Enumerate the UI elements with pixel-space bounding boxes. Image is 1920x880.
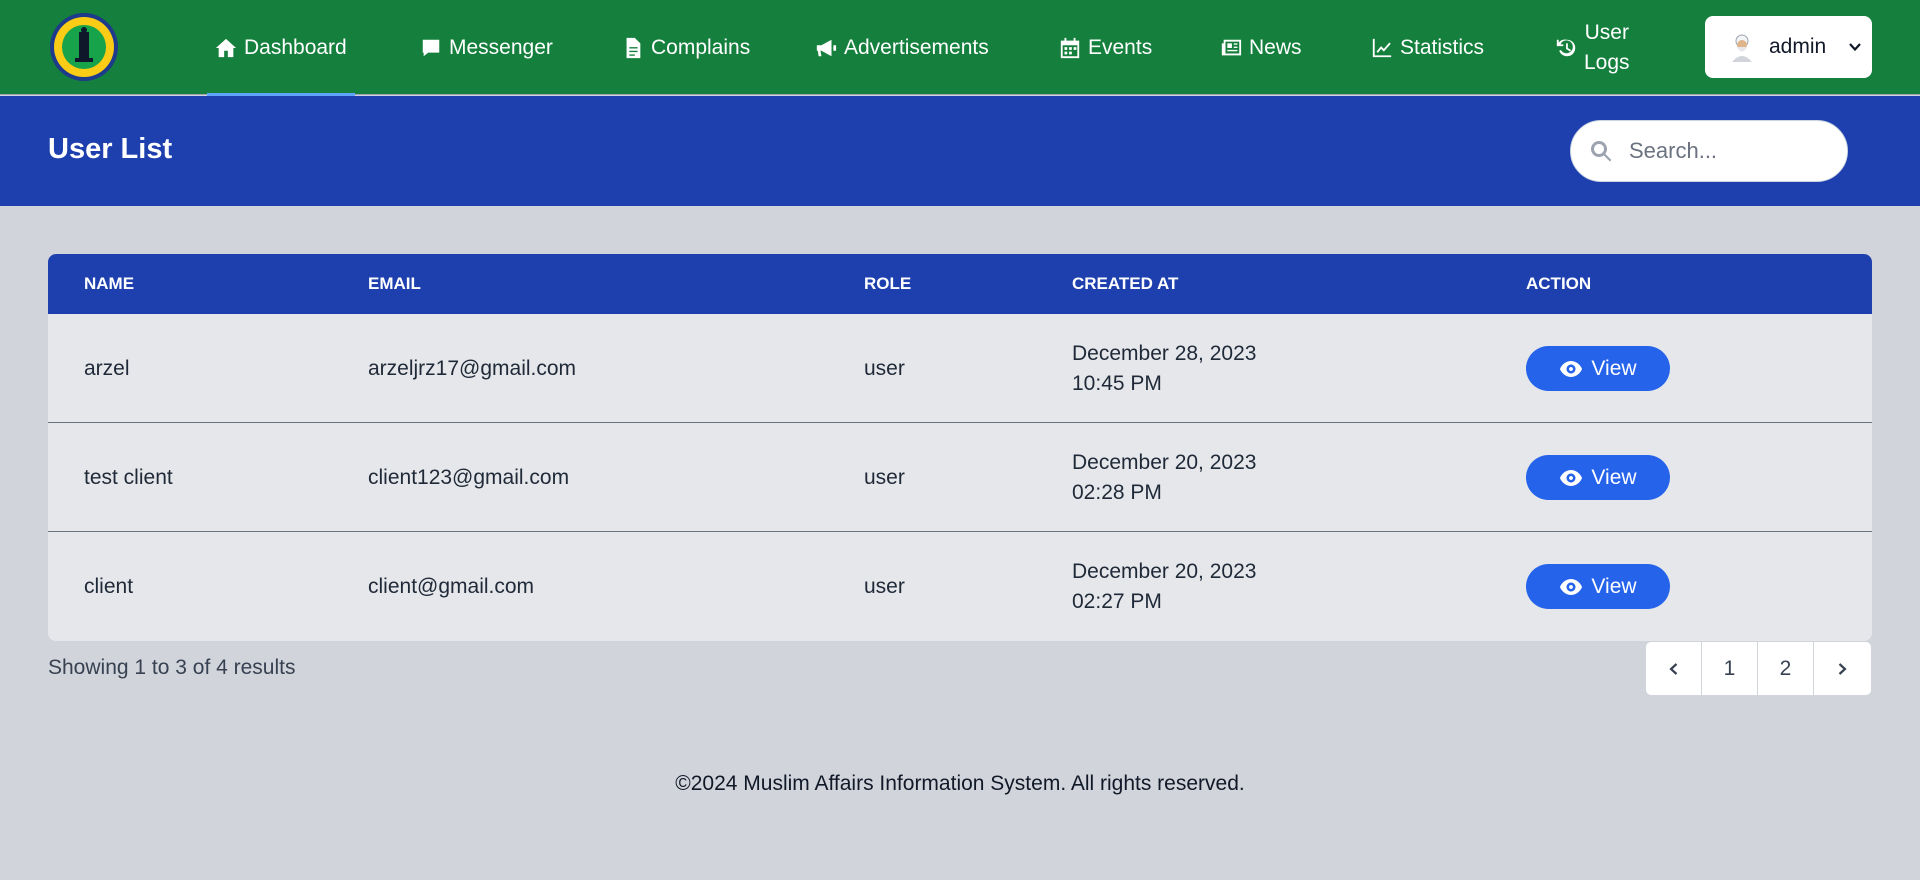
cell-role: user <box>864 574 905 598</box>
column-header-created-at: CREATED AT <box>1072 274 1179 293</box>
eye-icon <box>1560 360 1583 377</box>
eye-icon <box>1560 469 1583 486</box>
nav-messenger-label: Messenger <box>449 35 553 59</box>
eye-icon <box>1560 578 1583 595</box>
cell-time: 02:27 PM <box>1072 589 1162 613</box>
nav-complains[interactable]: Complains <box>622 0 750 95</box>
user-table: NAME EMAIL ROLE CREATED AT ACTION arzel … <box>48 254 1872 641</box>
admin-menu-button[interactable]: admin <box>1705 16 1872 78</box>
cell-name: arzel <box>84 356 130 380</box>
cell-date: December 28, 2023 <box>1072 341 1257 365</box>
megaphone-icon <box>816 39 837 56</box>
cell-created-at: December 28, 2023 10:45 PM <box>1072 314 1256 423</box>
chevron-left-icon <box>1668 662 1677 675</box>
file-icon <box>626 37 641 58</box>
user-avatar-icon <box>1732 34 1752 62</box>
column-header-name: NAME <box>84 274 135 293</box>
nav-user-logs-line2: Logs <box>1584 50 1630 74</box>
column-header-action: ACTION <box>1526 274 1592 293</box>
table-row: arzel arzeljrz17@gmail.com user December… <box>48 314 1872 423</box>
chart-line-icon <box>1372 38 1392 57</box>
page-2-button[interactable]: 2 <box>1758 642 1814 695</box>
cell-time: 10:45 PM <box>1072 371 1162 395</box>
cell-name: test client <box>84 465 173 489</box>
view-button[interactable]: View <box>1526 564 1670 609</box>
pagination: 1 2 <box>1645 641 1872 696</box>
search-input[interactable] <box>1629 138 1829 164</box>
table-row: client client@gmail.com user December 20… <box>48 532 1872 641</box>
cell-role: user <box>864 356 905 380</box>
nav-statistics-label: Statistics <box>1400 35 1485 59</box>
admin-label: admin <box>1769 35 1827 58</box>
nav-user-logs[interactable]: User Logs <box>1555 0 1630 95</box>
cell-role: user <box>864 465 905 489</box>
top-navbar: Dashboard Messenger Complains Advertisem… <box>0 0 1920 96</box>
chevron-down-icon <box>1849 43 1862 52</box>
results-summary: Showing 1 to 3 of 4 results <box>48 656 296 679</box>
table-header: NAME EMAIL ROLE CREATED AT ACTION <box>48 254 1872 314</box>
page-header: User List <box>0 96 1920 206</box>
nav-advertisements-label: Advertisements <box>844 35 989 59</box>
cell-date: December 20, 2023 <box>1072 450 1257 474</box>
calendar-icon <box>1060 37 1080 58</box>
view-button[interactable]: View <box>1526 455 1670 500</box>
column-header-email: EMAIL <box>368 274 421 293</box>
cell-created-at: December 20, 2023 02:27 PM <box>1072 532 1256 641</box>
page-1-button[interactable]: 1 <box>1702 642 1758 695</box>
footer-copyright: ©2024 Muslim Affairs Information System.… <box>675 772 1245 795</box>
view-button-label: View <box>1591 574 1637 598</box>
cell-time: 02:28 PM <box>1072 480 1162 504</box>
previous-page-button[interactable] <box>1646 642 1702 695</box>
home-icon <box>215 38 237 57</box>
history-icon <box>1556 39 1576 56</box>
view-button-label: View <box>1591 465 1637 489</box>
cell-email: client@gmail.com <box>368 574 535 598</box>
nav-complains-label: Complains <box>651 35 751 59</box>
nav-events-label: Events <box>1088 35 1153 59</box>
nav-advertisements[interactable]: Advertisements <box>815 0 989 95</box>
column-header-role: ROLE <box>864 274 912 293</box>
chevron-right-icon <box>1838 662 1847 675</box>
search-box[interactable] <box>1570 120 1848 182</box>
view-button-label: View <box>1591 356 1637 380</box>
table-row: test client client123@gmail.com user Dec… <box>48 423 1872 532</box>
cell-date: December 20, 2023 <box>1072 559 1257 583</box>
cell-name: client <box>84 574 134 598</box>
nav-dashboard-label: Dashboard <box>244 35 347 59</box>
nav-dashboard[interactable]: Dashboard <box>207 0 355 96</box>
page-title: User List <box>48 133 173 165</box>
cell-created-at: December 20, 2023 02:28 PM <box>1072 423 1256 532</box>
nav-messenger[interactable]: Messenger <box>420 0 553 95</box>
nav-news-label: News <box>1249 35 1302 59</box>
nav-statistics[interactable]: Statistics <box>1371 0 1484 95</box>
nav-user-logs-line1: User <box>1584 20 1629 44</box>
cell-email: arzeljrz17@gmail.com <box>368 356 577 380</box>
next-page-button[interactable] <box>1814 642 1870 695</box>
nav-news[interactable]: News <box>1220 0 1302 95</box>
newspaper-icon <box>1221 39 1242 55</box>
search-icon <box>1591 141 1612 162</box>
nav-user-logs-label: User Logs <box>1584 18 1630 78</box>
chat-icon <box>422 39 440 56</box>
nav-events[interactable]: Events <box>1059 0 1152 95</box>
view-button[interactable]: View <box>1526 346 1670 391</box>
cell-email: client123@gmail.com <box>368 465 570 489</box>
council-seal-logo[interactable] <box>49 12 119 82</box>
